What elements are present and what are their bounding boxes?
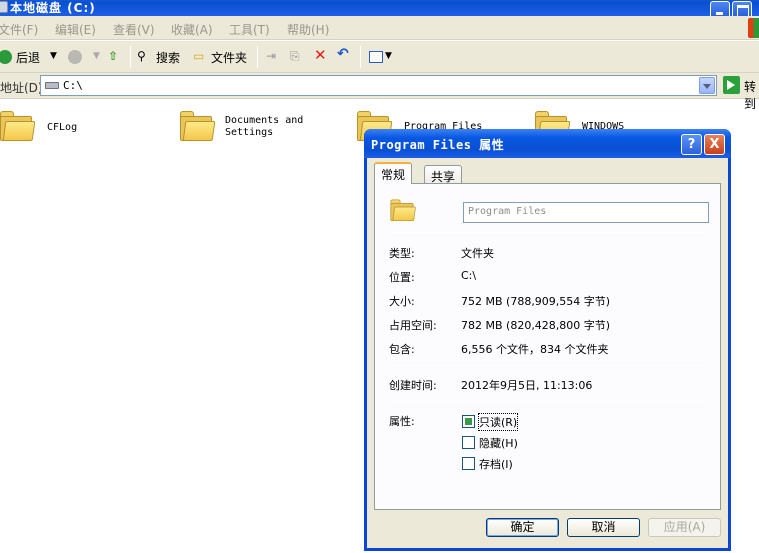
window-title: 本地磁盘 (C:) xyxy=(10,1,96,15)
folder-icon xyxy=(389,198,416,222)
ok-button[interactable]: 确定 xyxy=(486,518,559,537)
archive-checkbox-label[interactable]: 存档(I) xyxy=(479,456,513,472)
address-input[interactable]: C:\ xyxy=(40,75,717,96)
toolbar-separator xyxy=(130,46,131,68)
window-titlebar[interactable]: 本地磁盘 (C:) xyxy=(0,0,759,20)
folder-icon xyxy=(178,109,216,141)
menu-help[interactable]: 帮助(H) xyxy=(287,21,329,38)
go-button[interactable]: 转到 xyxy=(744,78,759,112)
hidden-checkbox[interactable] xyxy=(462,436,475,449)
folder-icon xyxy=(0,109,36,141)
folder-label: CFLog xyxy=(47,122,78,133)
up-folder-icon[interactable]: ⇧ xyxy=(108,49,118,63)
forward-dropdown-icon[interactable]: ▼ xyxy=(93,51,100,61)
divider xyxy=(389,232,707,233)
back-button[interactable]: 后退 xyxy=(16,49,40,66)
archive-checkbox[interactable] xyxy=(462,457,475,470)
menu-tools[interactable]: 工具(T) xyxy=(229,21,270,38)
views-dropdown-icon[interactable]: ▼ xyxy=(385,51,392,61)
address-label: 地址(D) xyxy=(0,81,43,95)
copy-to-icon[interactable]: ⎘ xyxy=(290,49,300,64)
address-value: C:\ xyxy=(63,79,83,92)
hidden-checkbox-label[interactable]: 隐藏(H) xyxy=(479,435,518,451)
back-arrow-icon[interactable] xyxy=(0,50,12,64)
divider xyxy=(389,365,707,366)
location-value: C:\ xyxy=(461,269,477,282)
type-value: 文件夹 xyxy=(461,247,494,260)
menu-favorites[interactable]: 收藏(A) xyxy=(171,21,213,38)
go-arrow-icon[interactable] xyxy=(723,76,740,94)
address-bar: 地址(D) C:\ 转到 xyxy=(0,73,759,111)
menu-view[interactable]: 查看(V) xyxy=(113,21,155,38)
toolbar-separator xyxy=(257,46,258,68)
folder-name-field[interactable]: Program Files xyxy=(463,202,709,223)
windows-logo-icon xyxy=(748,18,759,38)
address-dropdown-button[interactable] xyxy=(699,77,715,94)
folders-icon[interactable]: ▭ xyxy=(193,49,204,63)
dialog-title: Program Files 属性 xyxy=(371,138,505,152)
size-value: 752 MB (788,909,554 字节) xyxy=(461,295,611,308)
back-dropdown-icon[interactable]: ▼ xyxy=(50,51,57,61)
divider xyxy=(389,401,707,402)
menu-file[interactable]: 文件(F) xyxy=(0,21,38,38)
undo-icon[interactable]: ↶ xyxy=(337,46,349,62)
created-label: 创建时间: xyxy=(389,379,437,392)
move-to-icon[interactable]: ⇥ xyxy=(266,49,276,63)
menu-edit[interactable]: 编辑(E) xyxy=(55,21,96,38)
drive-icon xyxy=(0,1,8,13)
delete-icon[interactable]: ✕ xyxy=(314,46,327,64)
properties-dialog: Program Files 属性 ? X 常规 共享 Program Files… xyxy=(364,129,731,551)
folder-label: Documents and Settings xyxy=(225,115,304,138)
readonly-checkbox[interactable] xyxy=(462,415,475,428)
tab-sharing[interactable]: 共享 xyxy=(424,165,463,185)
readonly-checkbox-label[interactable]: 只读(R) xyxy=(477,413,519,431)
folders-button[interactable]: 文件夹 xyxy=(211,49,247,66)
views-icon[interactable] xyxy=(369,51,383,63)
drive-icon xyxy=(45,82,59,89)
size-on-disk-label: 占用空间: xyxy=(389,319,437,332)
cancel-button[interactable]: 取消 xyxy=(567,518,640,537)
apply-button[interactable]: 应用(A) xyxy=(648,518,721,537)
dialog-titlebar[interactable]: Program Files 属性 ? X xyxy=(364,129,731,158)
contains-label: 包含: xyxy=(389,343,415,356)
forward-arrow-icon[interactable] xyxy=(68,50,82,64)
attributes-label: 属性: xyxy=(389,415,415,428)
close-button[interactable]: X xyxy=(704,134,725,155)
contains-value: 6,556 个文件，834 个文件夹 xyxy=(461,343,609,356)
size-on-disk-value: 782 MB (820,428,800 字节) xyxy=(461,319,611,332)
created-value: 2012年9月5日, 11:13:06 xyxy=(461,379,593,392)
location-label: 位置: xyxy=(389,271,415,284)
toolbar: 后退 ▼ ▼ ⇧ ⚲ 搜索 ▭ 文件夹 ⇥ ⎘ ✕ ↶ ▼ xyxy=(0,41,759,73)
search-icon[interactable]: ⚲ xyxy=(137,49,146,63)
menu-bar: 文件(F) 编辑(E) 查看(V) 收藏(A) 工具(T) 帮助(H) xyxy=(0,16,759,40)
search-button[interactable]: 搜索 xyxy=(156,49,180,66)
help-button[interactable]: ? xyxy=(681,134,702,155)
size-label: 大小: xyxy=(389,295,415,308)
tab-general[interactable]: 常规 xyxy=(374,162,413,184)
toolbar-separator xyxy=(360,46,361,68)
type-label: 类型: xyxy=(389,247,415,260)
general-tab-panel: Program Files 类型: 文件夹 位置: C:\ 大小: 752 MB… xyxy=(374,183,721,510)
explorer-window: 本地磁盘 (C:) 文件(F) 编辑(E) 查看(V) 收藏(A) 工具(T) … xyxy=(0,0,759,553)
